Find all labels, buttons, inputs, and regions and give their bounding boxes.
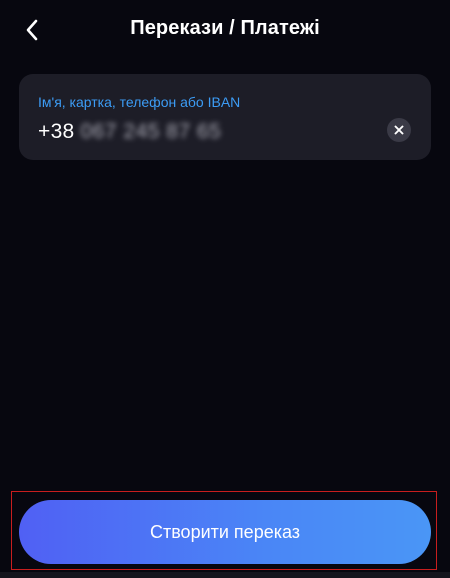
create-transfer-label: Створити переказ — [149, 521, 301, 542]
recipient-field[interactable]: Ім'я, картка, телефон або IBAN +38 067 2… — [19, 74, 431, 160]
clear-input-button[interactable] — [387, 118, 411, 142]
page-title: Перекази / Платежі — [130, 17, 320, 39]
close-icon — [394, 125, 404, 135]
top-bar: Перекази / Платежі — [0, 0, 450, 58]
phone-prefix: +38 — [38, 120, 75, 143]
recipient-input[interactable]: +38 067 245 87 65 — [38, 118, 221, 146]
recipient-field-label: Ім'я, картка, телефон або IBAN — [38, 94, 241, 110]
create-transfer-button[interactable]: Створити переказ — [19, 500, 431, 564]
phone-number-masked: 067 245 87 65 — [80, 120, 222, 143]
bottom-divider — [0, 572, 450, 578]
